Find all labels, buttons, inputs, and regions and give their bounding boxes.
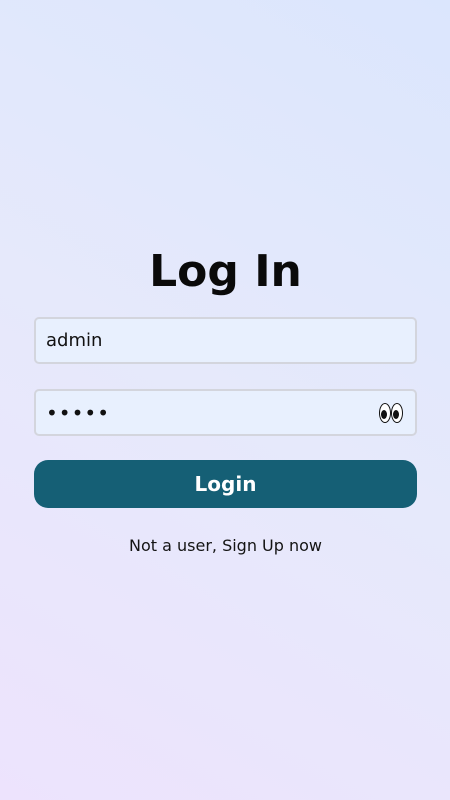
login-form: Log In Login Not a user, Sign Up now	[34, 246, 417, 555]
password-field-wrapper	[34, 389, 417, 436]
signup-link[interactable]: Not a user, Sign Up now	[34, 536, 417, 555]
right-eye	[391, 403, 403, 423]
username-input[interactable]	[36, 319, 415, 362]
page-title: Log In	[149, 246, 302, 297]
eyes-icon[interactable]	[379, 402, 403, 424]
left-eye	[379, 403, 391, 423]
password-input[interactable]	[36, 391, 415, 434]
username-field-wrapper	[34, 317, 417, 364]
login-button[interactable]: Login	[34, 460, 417, 508]
